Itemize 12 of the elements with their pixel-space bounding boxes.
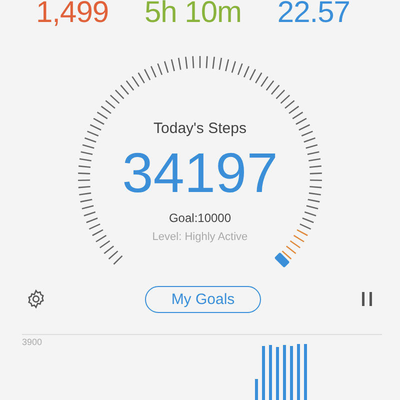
axis-label: 3900 — [22, 337, 42, 347]
step-count: 34197 — [122, 141, 278, 205]
stat-value: 5h 10m — [144, 0, 242, 30]
pause-icon[interactable] — [360, 291, 374, 307]
my-goals-button[interactable]: My Goals — [145, 286, 261, 312]
goal-text: Goal:10000 — [168, 211, 232, 225]
gauge-title: Today's Steps — [154, 120, 246, 137]
step-bars-drawing — [255, 344, 307, 400]
stat-value: 22.57 — [277, 0, 350, 30]
activity-level: Level: Highly Active — [152, 231, 248, 243]
stat-value: 1,499 — [36, 0, 109, 30]
settings-icon[interactable] — [26, 289, 46, 309]
